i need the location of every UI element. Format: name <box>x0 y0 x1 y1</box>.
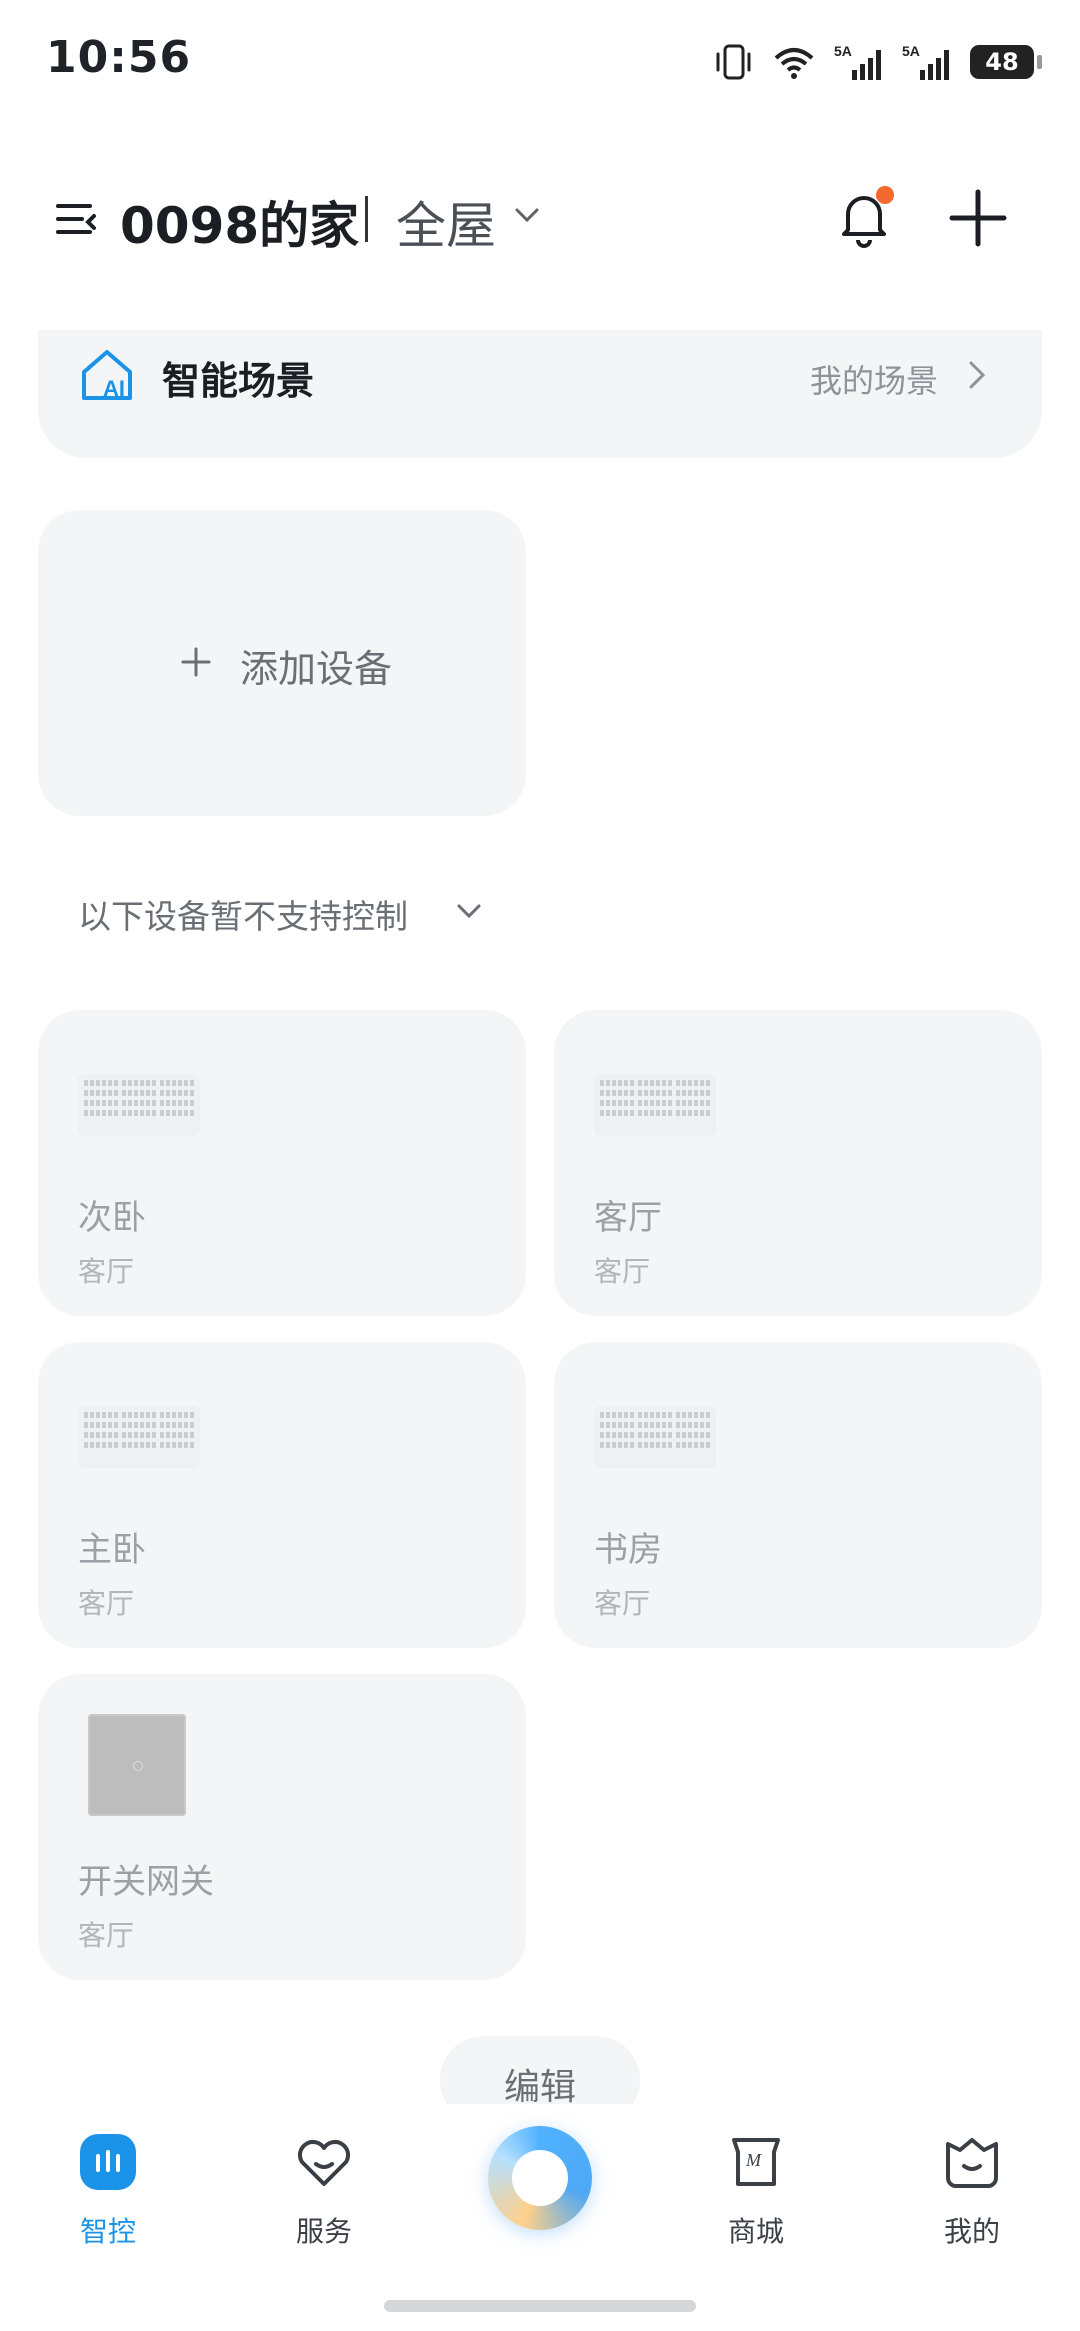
nav-service[interactable]: 服务 <box>264 2130 384 2250</box>
nav-smart-control[interactable]: 智控 <box>48 2130 168 2250</box>
device-name: 客厅 <box>594 1198 662 1238</box>
device-name: 次卧 <box>78 1198 146 1238</box>
panel-icon <box>594 1406 716 1468</box>
wifi-icon <box>774 48 814 79</box>
nav-mine[interactable]: 我的 <box>912 2130 1032 2250</box>
device-name: 开关网关 <box>78 1862 214 1902</box>
smart-scene-title: 智能场景 <box>162 359 315 403</box>
panel-icon <box>78 1406 200 1468</box>
gateway-icon <box>88 1714 186 1816</box>
my-scenes-link[interactable]: 我的场景 <box>810 356 938 402</box>
nav-label: 智控 <box>79 2215 136 2248</box>
panel-icon <box>78 1074 200 1136</box>
unsupported-devices-toggle[interactable]: 以下设备暂不支持控制 <box>78 890 408 938</box>
status-time: 10:56 <box>46 32 192 83</box>
header-divider <box>365 196 368 242</box>
device-room: 客厅 <box>594 1587 651 1620</box>
device-name: 书房 <box>594 1530 662 1570</box>
home-indicator[interactable] <box>384 2300 696 2312</box>
store-icon: M <box>732 2138 780 2186</box>
device-card[interactable]: 主卧 客厅 <box>38 1342 526 1648</box>
chevron-right-icon[interactable] <box>968 360 986 390</box>
battery-indicator: 48 <box>970 45 1042 79</box>
nav-label: 我的 <box>943 2215 1000 2248</box>
add-button[interactable] <box>948 188 1008 248</box>
ai-home-icon: AI <box>82 350 132 401</box>
menu-button[interactable] <box>54 196 100 242</box>
menu-icon <box>56 204 96 234</box>
panel-icon <box>594 1074 716 1136</box>
device-room: 客厅 <box>78 1587 135 1620</box>
signal-icon: 5A <box>834 43 881 80</box>
device-card[interactable]: 次卧 客厅 <box>38 1010 526 1316</box>
device-room: 客厅 <box>594 1255 651 1288</box>
chevron-down-icon[interactable] <box>456 902 482 920</box>
svg-text:5A: 5A <box>834 43 852 59</box>
nav-label: 商城 <box>727 2215 784 2248</box>
device-card[interactable]: 客厅 客厅 <box>554 1010 1042 1316</box>
svg-text:M: M <box>745 2150 762 2170</box>
edit-label: 编辑 <box>503 2067 576 2108</box>
nav-mall[interactable]: M 商城 <box>696 2130 816 2250</box>
device-name: 主卧 <box>78 1530 146 1570</box>
smart-control-icon <box>80 2134 136 2190</box>
profile-icon <box>946 2138 998 2188</box>
device-card[interactable]: 书房 客厅 <box>554 1342 1042 1648</box>
svg-text:AI: AI <box>103 376 125 401</box>
svg-text:5A: 5A <box>902 43 920 59</box>
signal-icon-2: 5A <box>902 43 949 80</box>
heart-icon <box>298 2140 350 2186</box>
voice-assistant-button[interactable] <box>488 2126 592 2230</box>
device-room: 客厅 <box>78 1255 135 1288</box>
status-icons: 5A 5A 48 <box>714 40 1042 84</box>
home-selector[interactable]: 0098的家 <box>120 186 359 258</box>
room-selector[interactable]: 全屋 <box>396 186 496 258</box>
chevron-down-icon[interactable] <box>514 206 540 224</box>
device-card[interactable]: 开关网关 客厅 <box>38 1674 526 1980</box>
add-device-label: 添加设备 <box>240 647 393 691</box>
nav-label: 服务 <box>295 2215 352 2248</box>
plus-icon <box>181 647 211 677</box>
device-room: 客厅 <box>78 1919 135 1952</box>
notification-dot <box>876 186 894 204</box>
vibrate-icon <box>716 44 751 80</box>
